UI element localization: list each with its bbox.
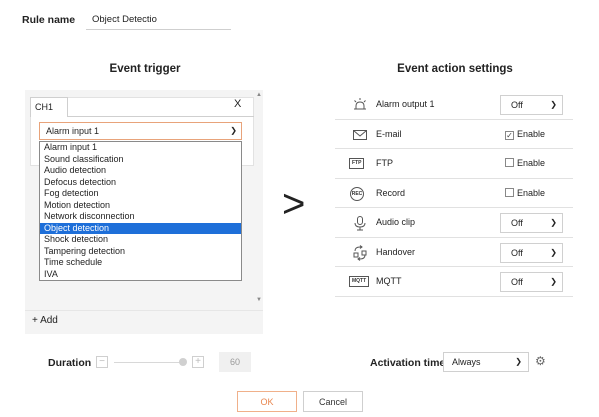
activation-time-label: Activation time — [370, 357, 446, 369]
add-trigger-button[interactable]: + Add — [32, 315, 58, 326]
action-select[interactable]: Off ❯ — [500, 242, 563, 263]
event-action-table: Alarm output 1 Off ❯ E-mail ✓ Enable FTP FTP Ena… — [335, 90, 573, 297]
action-name: Record — [376, 187, 406, 198]
dropdown-option[interactable]: Fog detection — [40, 188, 241, 200]
trigger-select-value: Alarm input 1 — [46, 126, 100, 136]
checkbox-label: Enable — [517, 187, 546, 198]
rule-name-label: Rule name — [22, 14, 76, 26]
dropdown-option[interactable]: Sound classification — [40, 154, 241, 166]
action-name: FTP — [376, 158, 393, 168]
action-row: REC Record Enable — [335, 179, 573, 208]
chevron-down-icon: ❯ — [550, 218, 557, 227]
cancel-button[interactable]: Cancel — [303, 391, 363, 412]
chevron-down-icon: ❯ — [550, 100, 557, 109]
action-row: Audio clip Off ❯ — [335, 208, 573, 238]
add-area — [25, 310, 263, 334]
tab-ch1[interactable]: CH1 — [30, 97, 68, 117]
action-row: FTP FTP Enable — [335, 149, 573, 179]
action-select-value: Off — [511, 100, 523, 110]
activation-time-select[interactable]: Always ❯ — [443, 352, 529, 372]
action-name: E-mail — [376, 128, 402, 139]
mqtt-icon: MQTT — [349, 276, 370, 287]
duration-minus-button[interactable]: − — [96, 356, 108, 368]
ok-button[interactable]: OK — [237, 391, 297, 412]
gear-icon[interactable]: ⚙ — [535, 354, 546, 368]
duration-label: Duration — [48, 357, 92, 369]
action-row: Handover Off ❯ — [335, 238, 573, 267]
audio-clip-icon — [352, 215, 367, 231]
flow-arrow: > — [282, 182, 306, 226]
dropdown-option[interactable]: Time schedule — [40, 257, 241, 269]
dropdown-option[interactable]: IVA — [40, 269, 241, 281]
chevron-down-icon: ❯ — [230, 126, 237, 135]
checkbox-checked-icon[interactable]: ✓ — [505, 130, 514, 140]
duration-value: 60 — [219, 352, 251, 372]
scroll-down-icon[interactable]: ▼ — [256, 297, 262, 303]
chevron-down-icon: ❯ — [550, 247, 557, 257]
rule-name-input[interactable] — [86, 10, 231, 30]
mail-icon — [352, 127, 367, 142]
action-select-value: Off — [511, 247, 523, 258]
checkbox-label: Enable — [517, 158, 546, 168]
chevron-down-icon: ❯ — [550, 277, 557, 286]
trigger-type-select[interactable]: Alarm input 1 ❯ — [39, 122, 242, 140]
dropdown-option[interactable]: Tampering detection — [40, 246, 241, 258]
handover-icon — [352, 244, 367, 261]
checkbox-unchecked-icon[interactable] — [505, 187, 514, 197]
duration-slider-track[interactable] — [114, 362, 184, 363]
dropdown-option[interactable]: Defocus detection — [40, 177, 241, 189]
action-name: Alarm output 1 — [376, 99, 435, 109]
event-trigger-title: Event trigger — [109, 63, 181, 75]
tab-divider — [68, 116, 254, 117]
checkbox-unchecked-icon[interactable] — [505, 158, 514, 167]
dropdown-option[interactable]: Alarm input 1 — [40, 142, 241, 154]
action-name: MQTT — [376, 276, 402, 286]
record-icon: REC — [350, 186, 364, 201]
event-action-title: Event action settings — [397, 63, 513, 75]
ftp-icon: FTP — [349, 158, 365, 169]
enable-checkbox[interactable]: ✓ Enable — [505, 129, 545, 140]
checkbox-label: Enable — [517, 128, 546, 139]
action-select[interactable]: Off ❯ — [500, 272, 563, 292]
close-trigger-button[interactable]: X — [234, 98, 241, 110]
dropdown-option[interactable]: Shock detection — [40, 234, 241, 246]
dropdown-option[interactable]: Audio detection — [40, 165, 241, 177]
action-name: Handover — [376, 246, 416, 257]
action-select-value: Off — [511, 277, 523, 287]
action-row: E-mail ✓ Enable — [335, 120, 573, 149]
enable-checkbox[interactable]: Enable — [505, 187, 546, 198]
dropdown-option[interactable]: Object detection — [40, 222, 241, 234]
chevron-down-icon: ❯ — [515, 357, 522, 366]
action-row: Alarm output 1 Off ❯ — [335, 90, 573, 120]
trigger-dropdown-list[interactable]: Alarm input 1 Sound classification Audio d… — [39, 141, 242, 281]
alarm-output-icon — [352, 97, 367, 112]
scroll-up-icon[interactable]: ▲ — [256, 92, 262, 98]
duration-plus-button[interactable]: + — [192, 356, 204, 368]
action-select-value: Off — [511, 218, 523, 228]
action-name: Audio clip — [376, 217, 416, 227]
duration-slider-handle[interactable] — [179, 358, 187, 366]
action-select[interactable]: Off ❯ — [500, 213, 563, 233]
action-select[interactable]: Off ❯ — [500, 95, 563, 115]
activation-time-value: Always — [452, 357, 481, 367]
dropdown-option[interactable]: Motion detection — [40, 200, 241, 212]
dropdown-option[interactable]: Network disconnection — [40, 211, 241, 223]
action-row: MQTT MQTT Off ❯ — [335, 267, 573, 297]
enable-checkbox[interactable]: Enable — [505, 158, 545, 168]
